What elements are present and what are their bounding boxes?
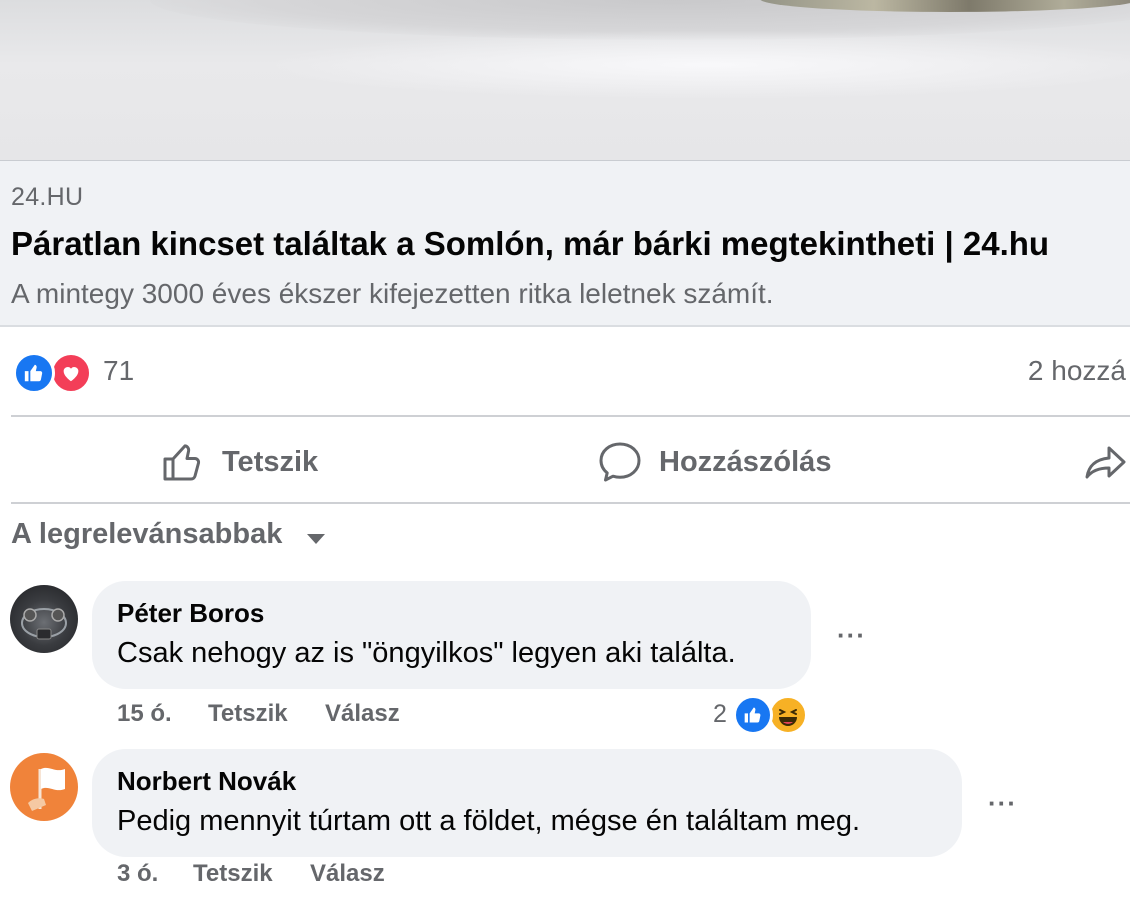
comment-author[interactable]: Norbert Novák: [117, 766, 296, 797]
share-arrow-icon: [1083, 440, 1127, 484]
comment-timestamp[interactable]: 3 ó.: [117, 860, 158, 888]
link-domain: 24.HU: [11, 183, 84, 211]
link-description: A mintegy 3000 éves ékszer kifejezetten …: [11, 278, 774, 309]
like-reaction-icon[interactable]: [13, 352, 55, 394]
like-reaction-icon[interactable]: [733, 695, 773, 735]
avatar[interactable]: [10, 585, 78, 653]
comment-text: Pedig mennyit túrtam ott a földet, mégse…: [117, 805, 861, 837]
thumbs-up-icon: [161, 440, 205, 484]
haha-reaction-icon[interactable]: [768, 695, 808, 735]
comment-timestamp[interactable]: 15 ó.: [117, 700, 172, 728]
more-options-icon[interactable]: ···: [988, 788, 1017, 819]
share-button[interactable]: [1083, 440, 1127, 484]
divider: [11, 415, 1130, 417]
caret-down-icon[interactable]: [305, 532, 327, 551]
like-button-label: Tetszik: [222, 445, 319, 478]
comment-button-label: Hozzászólás: [659, 445, 832, 478]
divider: [11, 502, 1130, 504]
comment-sort-label[interactable]: A legrelevánsabbak: [11, 518, 282, 551]
like-button[interactable]: Tetszik: [161, 440, 318, 484]
reaction-count[interactable]: 71: [103, 355, 134, 387]
comment-bubble-icon: [598, 440, 642, 484]
comment-like-button[interactable]: Tetszik: [193, 860, 273, 888]
avatar[interactable]: [10, 753, 78, 821]
comment-like-button[interactable]: Tetszik: [208, 700, 288, 728]
love-reaction-icon[interactable]: [50, 352, 92, 394]
comment-text: Csak nehogy az is "öngyilkos" legyen aki…: [117, 637, 736, 669]
comment-author[interactable]: Péter Boros: [117, 598, 264, 629]
comment-reply-button[interactable]: Válasz: [310, 860, 385, 888]
comment-button[interactable]: Hozzászólás: [598, 440, 831, 484]
image-highlight: [260, 30, 1130, 100]
comment-reply-button[interactable]: Válasz: [325, 700, 400, 728]
more-options-icon[interactable]: ···: [837, 620, 866, 651]
link-preview-image[interactable]: [0, 0, 1130, 161]
comment-count[interactable]: 2 hozzá: [1028, 355, 1126, 387]
comment-reaction-count[interactable]: 2: [713, 700, 727, 729]
link-title[interactable]: Páratlan kincset találtak a Somlón, már …: [11, 225, 1049, 263]
